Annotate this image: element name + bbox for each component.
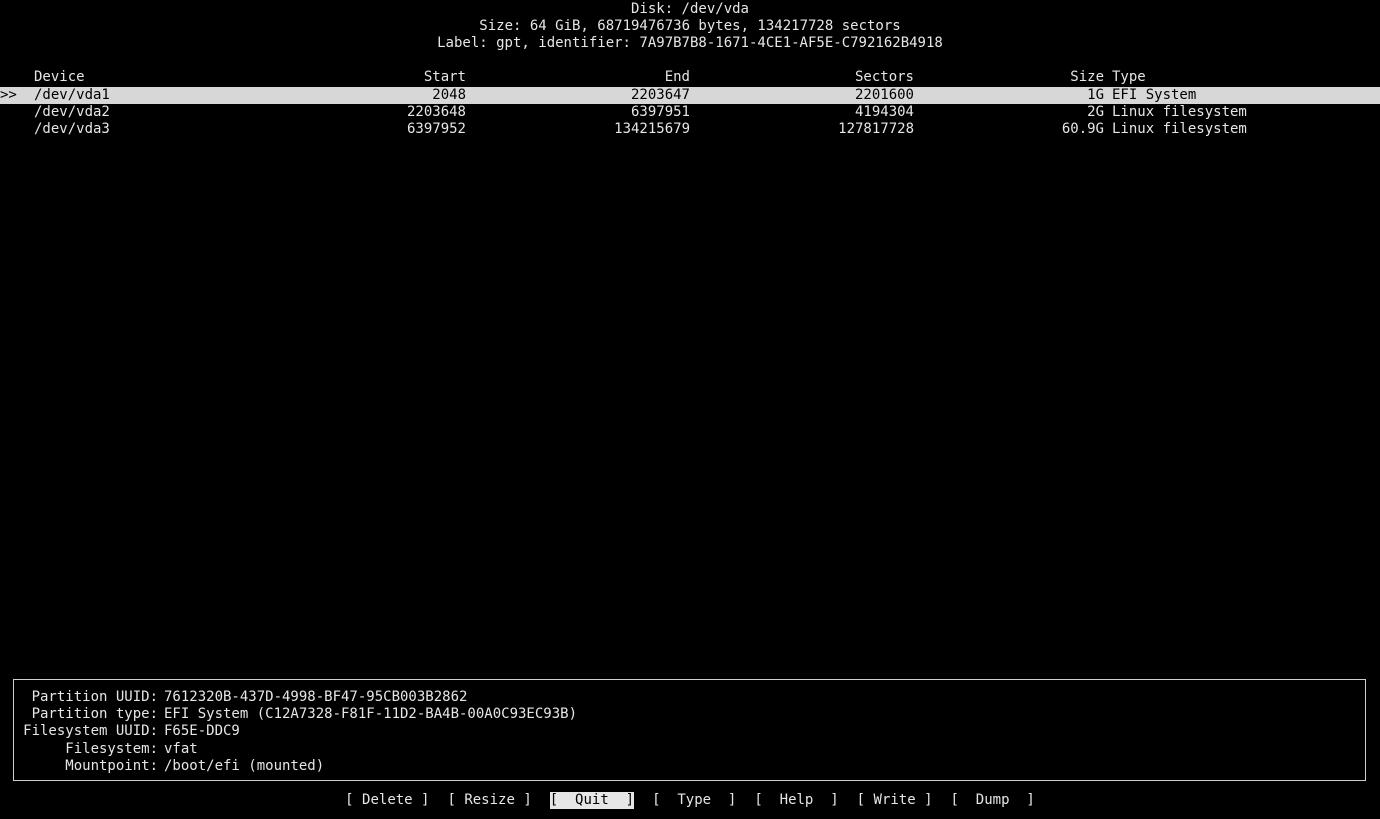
column-sectors-header: Sectors bbox=[854, 69, 914, 85]
partition-type-label: Partition type: bbox=[31, 706, 158, 722]
help-button[interactable]: [ Help ] bbox=[754, 792, 838, 809]
start-cell: 2203648 bbox=[406, 104, 466, 120]
sectors-cell: 2201600 bbox=[854, 87, 914, 103]
disk-label-info: Label: gpt, identifier: 7A97B7B8-1671-4C… bbox=[437, 35, 943, 51]
partition-row-vda1[interactable]: >> /dev/vda1 2048 2203647 2201600 1G EFI… bbox=[0, 87, 1380, 104]
end-cell: 134215679 bbox=[614, 121, 690, 137]
column-end-header: End bbox=[664, 69, 690, 85]
sectors-cell: 4194304 bbox=[854, 104, 914, 120]
start-cell: 6397952 bbox=[406, 121, 466, 137]
partition-uuid-label: Partition UUID: bbox=[31, 689, 158, 705]
partition-type-value: EFI System (C12A7328-F81F-11D2-BA4B-00A0… bbox=[164, 706, 578, 722]
partition-row-vda3[interactable]: /dev/vda3 6397952 134215679 127817728 60… bbox=[0, 121, 1380, 138]
partition-uuid-value: 7612320B-437D-4998-BF47-95CB003B2862 bbox=[164, 689, 468, 705]
selection-marker: >> bbox=[0, 87, 17, 103]
start-cell: 2048 bbox=[432, 87, 466, 103]
mountpoint-value: /boot/efi (mounted) bbox=[164, 758, 325, 774]
delete-button[interactable]: [ Delete ] bbox=[345, 792, 429, 809]
filesystem-uuid-label: Filesystem UUID: bbox=[23, 723, 158, 739]
filesystem-value: vfat bbox=[164, 741, 198, 757]
type-cell: Linux filesystem bbox=[1112, 104, 1247, 120]
device-cell: /dev/vda3 bbox=[34, 121, 110, 137]
device-cell: /dev/vda2 bbox=[34, 104, 110, 120]
dump-button[interactable]: [ Dump ] bbox=[951, 792, 1035, 809]
type-button[interactable]: [ Type ] bbox=[652, 792, 736, 809]
action-menu: [ Delete ] [ Resize ] [ Quit ] [ Type ] [ He… bbox=[0, 792, 1380, 809]
column-start-header: Start bbox=[423, 69, 466, 85]
quit-button[interactable]: [ Quit ] bbox=[549, 792, 635, 809]
size-cell: 1G bbox=[1087, 87, 1104, 103]
column-type-header: Type bbox=[1112, 69, 1146, 85]
size-cell: 60.9G bbox=[1061, 121, 1104, 137]
disk-title: Disk: /dev/vda bbox=[630, 1, 749, 17]
write-button[interactable]: [ Write ] bbox=[857, 792, 933, 809]
type-cell: EFI System bbox=[1112, 87, 1197, 103]
device-cell: /dev/vda1 bbox=[34, 87, 110, 103]
size-cell: 2G bbox=[1087, 104, 1104, 120]
end-cell: 2203647 bbox=[630, 87, 690, 103]
type-cell: Linux filesystem bbox=[1112, 121, 1247, 137]
disk-size-info: Size: 64 GiB, 68719476736 bytes, 1342177… bbox=[479, 18, 901, 34]
filesystem-uuid-value: F65E-DDC9 bbox=[164, 723, 240, 739]
filesystem-label: Filesystem: bbox=[65, 741, 158, 757]
column-size-header: Size bbox=[1070, 69, 1104, 85]
column-device-header: Device bbox=[34, 69, 85, 85]
resize-button[interactable]: [ Resize ] bbox=[447, 792, 531, 809]
sectors-cell: 127817728 bbox=[838, 121, 914, 137]
end-cell: 6397951 bbox=[630, 104, 690, 120]
mountpoint-label: Mountpoint: bbox=[65, 758, 158, 774]
partition-row-vda2[interactable]: /dev/vda2 2203648 6397951 4194304 2G Lin… bbox=[0, 104, 1380, 121]
table-header: Device Start End Sectors Size Type bbox=[0, 69, 1380, 86]
